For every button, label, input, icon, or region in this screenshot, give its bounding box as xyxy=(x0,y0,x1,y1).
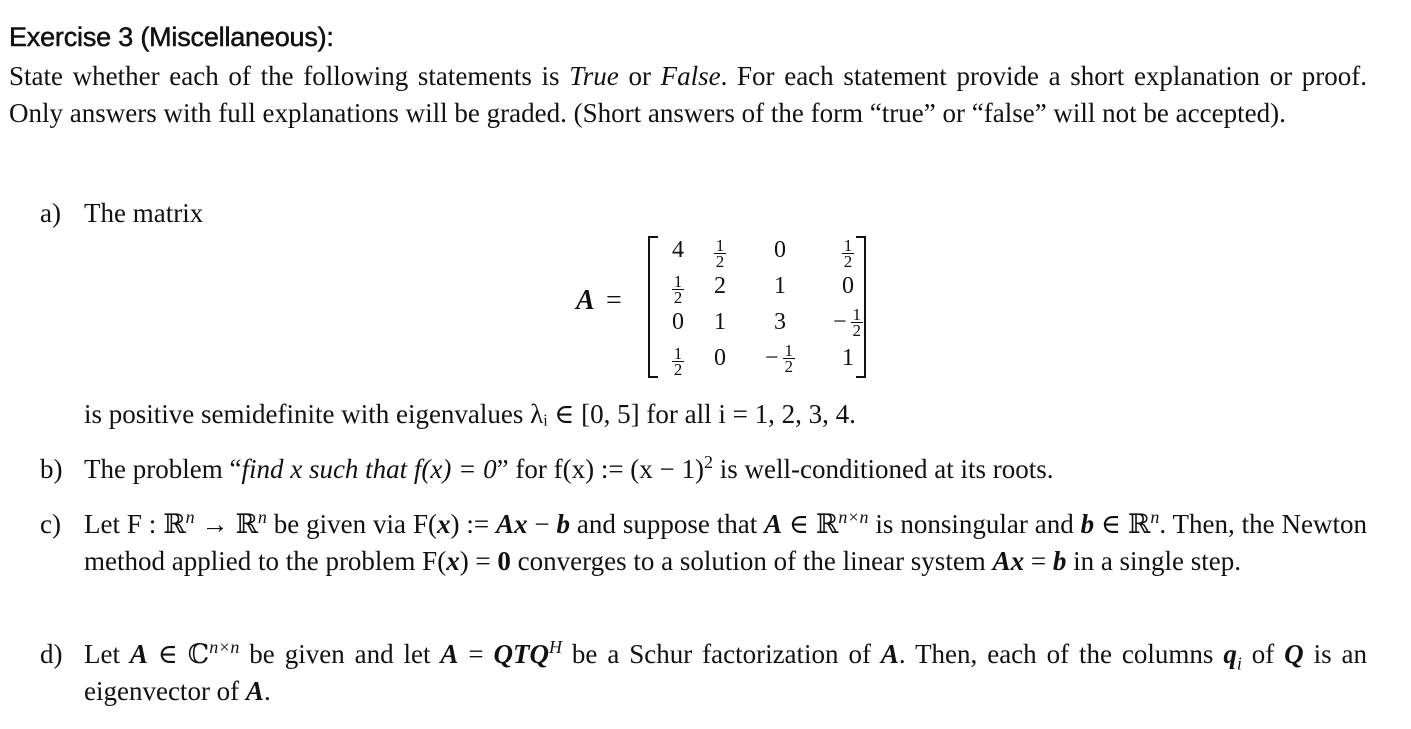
exercise-heading: Exercise 3 (Miscellaneous): xyxy=(9,22,334,53)
statement-b: b) The problem “find x such that f(x) = … xyxy=(40,451,1367,488)
left-bracket xyxy=(648,236,658,378)
matrix-cell: 12 xyxy=(713,236,727,271)
matrix-cell: 0 xyxy=(672,308,684,335)
statement-a: a) The matrix xyxy=(40,195,1367,232)
statement-text: Let F : ℝn → ℝn be given via F(x) := Ax … xyxy=(84,507,1367,576)
instructions-paragraph: State whether each of the following stat… xyxy=(9,58,1367,132)
false-word: False xyxy=(660,61,721,91)
matrix-cell: 3 xyxy=(774,308,786,335)
matrix-grid: 4 1 2 0 1 2 1 2 2 1 0 0 1 3−1 2 1 2 0−1 2 1 xyxy=(658,232,878,379)
statement-text: is positive semidefinite with eigenvalue… xyxy=(84,399,856,429)
statement-text: The problem “find x such that f(x) = 0” … xyxy=(84,452,1054,484)
statement-c: c) Let F : ℝn → ℝn be given via F(x) := … xyxy=(40,506,1367,580)
matrix-cell: 12 xyxy=(671,344,685,379)
matrix-cell: 0 xyxy=(714,344,726,371)
statement-label: d) xyxy=(40,639,63,669)
matrix-cell: 0 xyxy=(842,272,854,299)
intro-text: State whether each of the following stat… xyxy=(9,61,570,91)
matrix-cell: −1 2 xyxy=(764,340,796,376)
matrix-cell: 4 xyxy=(672,236,684,263)
matrix-cell: 12 xyxy=(671,272,685,307)
matrix-cell: 12 xyxy=(841,236,855,271)
matrix-name: A xyxy=(576,285,595,316)
matrix-cell: 0 xyxy=(774,236,786,263)
matrix-cell: 1 xyxy=(714,308,726,335)
matrix-cell: 1 xyxy=(842,344,854,371)
true-word: True xyxy=(569,61,619,91)
statement-label: c) xyxy=(40,509,61,539)
statement-label: a) xyxy=(40,198,61,228)
statement-d: d) Let A ∈ ℂn×n be given and let A = QTQ… xyxy=(40,636,1367,710)
matrix-cell: −1 2 xyxy=(832,304,864,340)
intro-text: or xyxy=(618,61,661,91)
equals-sign: = xyxy=(606,285,622,316)
statement-text: Let A ∈ ℂn×n be given and let A = QTQH b… xyxy=(84,637,1367,706)
matrix-cell: 2 xyxy=(714,272,726,299)
matrix-cell: 1 xyxy=(774,272,786,299)
statement-text: The matrix xyxy=(84,198,204,228)
statement-label: b) xyxy=(40,454,63,484)
statement-a-conclusion: is positive semidefinite with eigenvalue… xyxy=(40,396,1367,433)
